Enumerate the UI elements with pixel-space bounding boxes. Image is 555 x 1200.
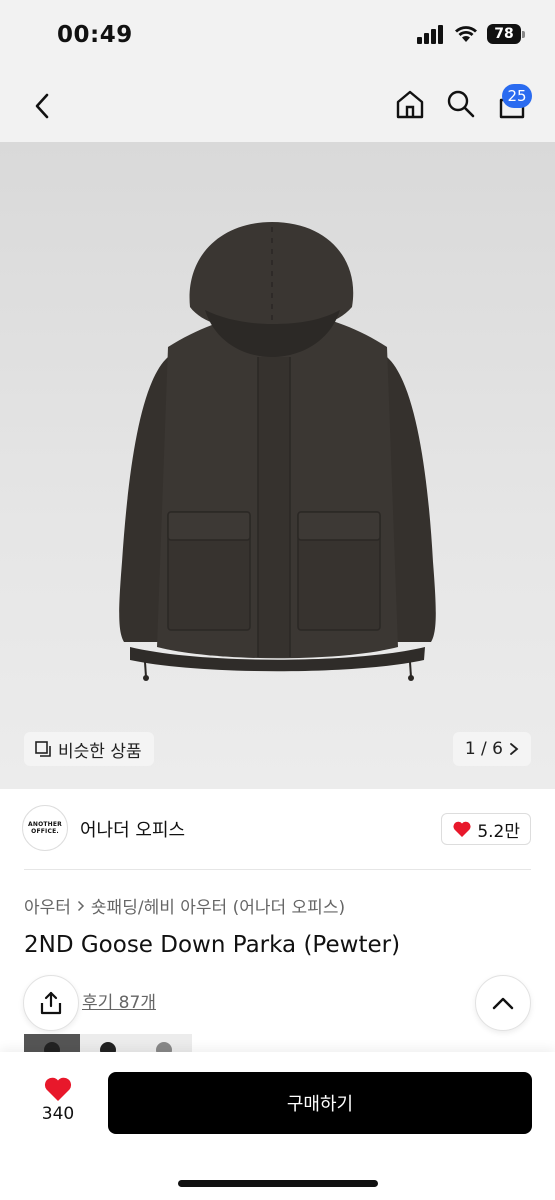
brand-row[interactable]: ANOTHER OFFICE. 어나더 오피스 5.2만 — [0, 789, 555, 869]
status-icons: 78 — [417, 24, 525, 44]
cart-badge: 25 — [502, 84, 532, 108]
breadcrumb: 아우터 숏패딩/헤비 아우터 (어나더 오피스) — [24, 893, 345, 918]
home-icon — [396, 90, 424, 119]
search-button[interactable] — [441, 84, 481, 124]
wifi-icon — [455, 26, 477, 42]
divider — [24, 869, 531, 870]
brand-like-count: 5.2만 — [477, 821, 520, 842]
status-time: 00:49 — [57, 22, 133, 48]
breadcrumb-subcategory[interactable]: 숏패딩/헤비 아우터 (어나더 오피스) — [91, 893, 345, 918]
copy-icon — [35, 741, 51, 757]
chevron-left-icon — [35, 93, 49, 119]
bottom-action-bar: 340 구매하기 — [0, 1052, 555, 1200]
battery-icon: 78 — [487, 24, 525, 44]
review-link[interactable]: 후기 87개 — [82, 988, 156, 1013]
heart-icon — [453, 821, 471, 837]
product-photo — [119, 222, 436, 681]
brand-like-button[interactable]: 5.2만 — [441, 813, 531, 845]
product-image-carousel[interactable]: 비슷한 상품 1 / 6 — [0, 142, 555, 789]
product-title: 2ND Goose Down Parka (Pewter) — [24, 932, 401, 958]
battery-level: 78 — [487, 24, 521, 44]
share-icon — [40, 991, 62, 1015]
chevron-up-icon — [492, 997, 514, 1010]
heart-icon — [44, 1077, 72, 1101]
brand-logo-text: ANOTHER OFFICE. — [28, 821, 62, 835]
brand-logo[interactable]: ANOTHER OFFICE. — [22, 805, 68, 851]
chevron-right-icon — [510, 743, 519, 755]
brand-name[interactable]: 어나더 오피스 — [80, 816, 185, 842]
back-button[interactable] — [24, 86, 60, 126]
breadcrumb-category[interactable]: 아우터 — [24, 893, 71, 918]
similar-products-label: 비슷한 상품 — [58, 741, 142, 762]
image-page-indicator[interactable]: 1 / 6 — [452, 732, 531, 766]
nav-bar — [0, 70, 555, 142]
home-button[interactable] — [390, 84, 430, 124]
home-indicator — [178, 1180, 378, 1187]
wishlist-button[interactable]: 340 — [30, 1076, 86, 1136]
page-indicator-text: 1 / 6 — [464, 739, 503, 759]
search-icon — [447, 90, 475, 118]
status-bar: 00:49 78 — [0, 0, 555, 70]
buy-button[interactable]: 구매하기 — [108, 1072, 532, 1134]
share-button[interactable] — [23, 975, 79, 1031]
similar-products-button[interactable]: 비슷한 상품 — [24, 732, 154, 766]
wishlist-count: 340 — [41, 1104, 75, 1124]
scroll-to-top-button[interactable] — [475, 975, 531, 1031]
signal-icon — [417, 25, 443, 44]
chevron-right-icon — [77, 900, 84, 911]
